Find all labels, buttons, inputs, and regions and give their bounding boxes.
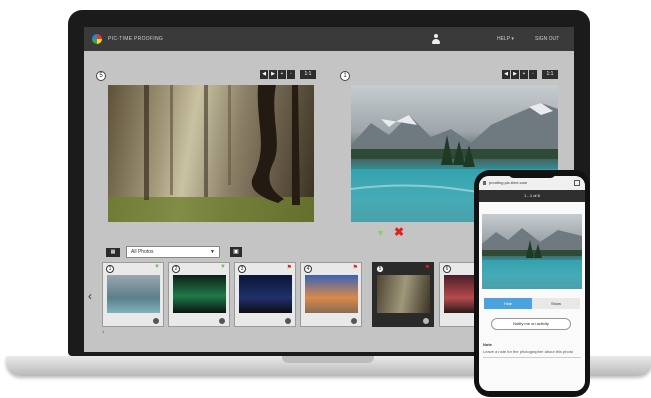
accept-check-icon[interactable]: ▼ (376, 228, 385, 238)
divider (483, 357, 581, 358)
lake-image (482, 228, 582, 289)
filmstrip-page: 1 (102, 329, 105, 334)
approved-check-icon[interactable]: ▼ (220, 264, 226, 270)
next-arrow-icon[interactable]: ▶ (511, 70, 519, 79)
zoom-in-icon[interactable]: + (278, 70, 286, 79)
filter-value: All Photos (131, 249, 154, 255)
comment-icon[interactable] (285, 318, 291, 324)
zoom-level-button[interactable]: 1:1 (300, 70, 316, 79)
prev-arrow-icon[interactable]: ◀ (502, 70, 510, 79)
right-pane-badge: 1 (340, 71, 350, 81)
zoom-out-icon[interactable]: - (287, 70, 295, 79)
thumbnail-number: 5 (376, 265, 384, 273)
toggle-hide[interactable]: Hide (484, 298, 532, 309)
comment-icon[interactable] (153, 318, 159, 324)
thumbnail-3[interactable]: 3 ⚑ (234, 262, 296, 327)
comment-icon[interactable] (351, 318, 357, 324)
thumbnail-number: 4 (304, 265, 312, 273)
mobile-address-bar[interactable]: proofing.pic-time.com (479, 176, 585, 190)
laptop-notch (282, 356, 374, 363)
left-pane-badge: 5 (96, 71, 106, 81)
zoom-in-icon[interactable]: + (520, 70, 528, 79)
slideshow-icon[interactable]: ▣ (230, 247, 242, 257)
zoom-level-button[interactable]: 1:1 (542, 70, 558, 79)
phone-notch (508, 170, 556, 178)
app-logo[interactable] (92, 34, 102, 44)
prev-arrow-icon[interactable]: ◀ (260, 70, 268, 79)
thumbnail-1[interactable]: 1 ▼ (102, 262, 164, 327)
comment-icon[interactable] (423, 318, 429, 324)
mobile-header: 1 - 1 of 6 (479, 190, 585, 202)
thumbnail-number: 3 (238, 265, 246, 273)
thumbnail-5-selected[interactable]: 5 ⚑ (372, 262, 434, 327)
comment-icon[interactable] (219, 318, 225, 324)
thumbnail-image (239, 275, 292, 313)
left-zoom-toolbar: ◀ ▶ + - 1:1 (260, 70, 316, 79)
grid-view-button[interactable]: ▦ (106, 248, 120, 257)
zoom-out-icon[interactable]: - (529, 70, 537, 79)
thumbnail-number: 2 (172, 265, 180, 273)
thumbnail-image (305, 275, 358, 313)
thumbnail-2[interactable]: 2 ▼ (168, 262, 230, 327)
rejected-flag-icon[interactable]: ⚑ (287, 264, 292, 271)
notify-button[interactable]: Notify me on activity (491, 318, 571, 330)
thumbnail-4[interactable]: 4 ⚑ (300, 262, 362, 327)
phone-screen: proofing.pic-time.com 1 - 1 of 6 Hide Sh… (479, 176, 585, 391)
left-compare-photo[interactable] (108, 85, 314, 222)
mobile-toggle: Hide Show (484, 298, 580, 309)
reject-x-icon[interactable]: ✖ (394, 225, 404, 239)
rejected-flag-icon[interactable]: ⚑ (353, 264, 358, 271)
tabs-icon[interactable] (574, 180, 580, 186)
thumbnail-number: 1 (106, 265, 114, 273)
help-menu[interactable]: HELP ▾ (497, 36, 514, 42)
mobile-url: proofing.pic-time.com (489, 180, 528, 185)
toggle-show[interactable]: Show (532, 298, 580, 309)
filmstrip-prev-arrow-icon[interactable]: ‹ (88, 289, 92, 303)
rejected-flag-icon[interactable]: ⚑ (425, 264, 430, 271)
forest-image (108, 85, 314, 222)
thumbnail-number: 6 (443, 265, 451, 273)
user-icon[interactable] (431, 33, 441, 45)
device-mockup-scene: PIC-TIME PROOFING HELP ▾ SIGN OUT 5 ◀ ▶ … (0, 0, 651, 398)
app-topbar: PIC-TIME PROOFING HELP ▾ SIGN OUT (84, 27, 574, 51)
thumbnail-image (107, 275, 160, 313)
thumbnail-image (377, 275, 430, 313)
chevron-down-icon: ▼ (210, 249, 215, 255)
next-arrow-icon[interactable]: ▶ (269, 70, 277, 79)
photo-filter-select[interactable]: All Photos ▼ (126, 246, 220, 258)
note-description: Leave a note for the photographer about … (483, 349, 574, 354)
thumbnail-image (173, 275, 226, 313)
brand-name: PIC-TIME PROOFING (108, 36, 164, 42)
approved-check-icon[interactable]: ▼ (154, 264, 160, 270)
signout-link[interactable]: SIGN OUT (535, 36, 559, 42)
lock-icon (483, 181, 486, 185)
note-label: Note (483, 342, 492, 347)
right-zoom-toolbar: ◀ ▶ + - 1:1 (502, 70, 558, 79)
mobile-photo[interactable] (482, 214, 582, 289)
